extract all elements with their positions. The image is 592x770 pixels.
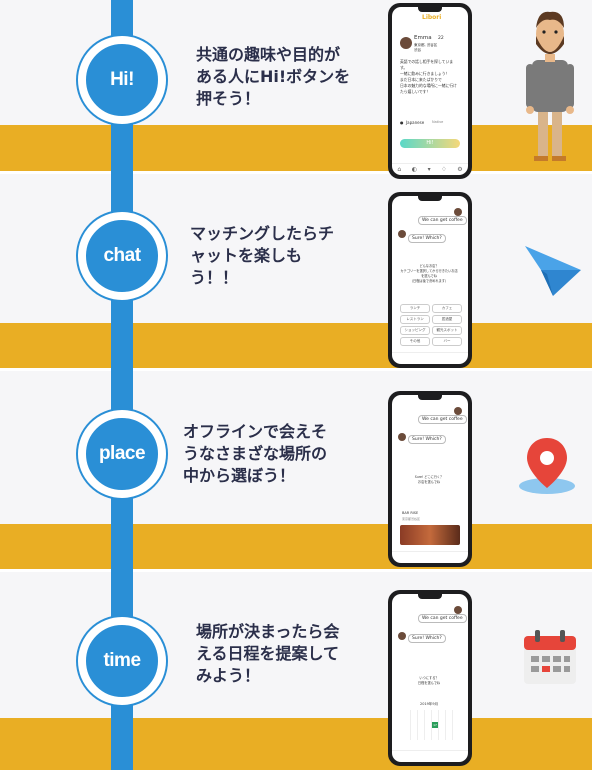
- calendar-selected-day[interactable]: 17: [432, 722, 438, 728]
- category-chip[interactable]: その他: [400, 337, 430, 346]
- place-tab-icon[interactable]: ▾: [428, 166, 431, 173]
- time-prompt: いつにする？ 日程を選んでね: [417, 676, 441, 685]
- map-pin-icon: [519, 438, 575, 494]
- home-icon[interactable]: ⌂: [397, 166, 401, 173]
- step-description-place: オフラインで会えそ うなさまざな場所の 中から選ぼう！: [183, 422, 328, 485]
- phone-notch: [418, 7, 442, 12]
- category-chip[interactable]: ショッピング: [400, 326, 430, 335]
- notification-icon[interactable]: ♢: [441, 166, 446, 173]
- message-incoming: Sure! Which?: [408, 634, 446, 643]
- chat-input-bar[interactable]: [392, 750, 468, 762]
- avatar: [398, 433, 406, 441]
- message-incoming: Sure! Which?: [408, 234, 446, 243]
- chat-input-bar[interactable]: [392, 352, 468, 364]
- avatar: [454, 208, 462, 216]
- step-node-place: place: [78, 410, 166, 498]
- chat-input-bar[interactable]: [392, 551, 468, 563]
- category-prompt: どんなお店？ カテゴリーを選択してから行きたいお店を選んでね （日程は後で決めれ…: [400, 264, 458, 283]
- step-description-chat: マッチングしたらチ ャットを楽しも う！！: [190, 224, 335, 287]
- user-sublocation: 渋谷: [414, 48, 421, 52]
- category-chip[interactable]: ランチ: [400, 304, 430, 313]
- language-primary: Japanese: [406, 120, 425, 125]
- shop-name: BAR RISE: [402, 511, 419, 515]
- place-prompt: Sure! どこに行く？ お店を選んでね: [414, 475, 444, 484]
- message-outgoing: We can get coffee: [418, 216, 467, 225]
- phone-chat-screen: We can get coffee Sure! Which? どんなお店？ カテ…: [388, 192, 472, 368]
- chat-icon: ●: [400, 120, 404, 125]
- category-chip[interactable]: カフェ: [432, 304, 462, 313]
- step-description-hi: 共通の趣味や目的が ある人にHi!ボタンを 押そう！: [196, 45, 351, 108]
- message-outgoing: We can get coffee: [418, 614, 467, 623]
- phone-notch: [418, 395, 442, 400]
- step-node-hi: Hi!: [78, 36, 166, 124]
- avatar: [400, 37, 412, 49]
- yellow-band-3: [0, 524, 592, 569]
- divider-2: [0, 368, 592, 371]
- category-chip[interactable]: バー: [432, 337, 462, 346]
- yellow-band-4: [0, 718, 592, 770]
- calendar-grid[interactable]: [404, 710, 456, 740]
- app-title: Libori: [422, 14, 442, 21]
- step-description-time: 場所が決まったら会 える日程を提案して みよう！: [196, 622, 340, 685]
- shop-info: 東京都渋谷区: [402, 517, 421, 521]
- phone-profile-screen: Libori Emma 22 東京都, 渋谷区 渋谷 英語での話し相手を探してい…: [388, 3, 472, 179]
- step-node-time: time: [78, 617, 166, 705]
- paper-plane-icon: [525, 246, 581, 296]
- avatar: [398, 632, 406, 640]
- category-chip[interactable]: 観光スポット: [432, 326, 462, 335]
- step-node-label: time: [103, 650, 141, 671]
- step-node-label: chat: [103, 245, 141, 266]
- phone-time-screen: We can get coffee Sure! Which? いつにする？ 日程…: [388, 590, 472, 766]
- category-chip[interactable]: レストラン: [400, 315, 430, 324]
- step-node-label: Hi!: [110, 69, 134, 90]
- tab-bar: ⌂ ◐ ▾ ♢ ⚙: [392, 163, 468, 175]
- message-outgoing: We can get coffee: [418, 415, 467, 424]
- avatar: [454, 407, 462, 415]
- phone-place-screen: We can get coffee Sure! Which? Sure! どこに…: [388, 391, 472, 567]
- user-bio: 英語での話し相手を探しています。 一緒に飲みに行きましょう！ まだ日本に来たばか…: [400, 59, 457, 94]
- man-illustration: [526, 11, 574, 161]
- calendar-month: 2019年9月: [420, 702, 439, 706]
- divider-3: [0, 569, 592, 572]
- step-node-label: place: [98, 443, 146, 464]
- avatar: [454, 606, 462, 614]
- shop-photo[interactable]: [400, 525, 460, 545]
- settings-icon[interactable]: ⚙: [457, 166, 462, 173]
- category-chip[interactable]: 居酒屋: [432, 315, 462, 324]
- step-node-chat: chat: [78, 212, 166, 300]
- yellow-band-2: [0, 323, 592, 368]
- yellow-band-1: [0, 125, 592, 171]
- avatar: [398, 230, 406, 238]
- user-age: 22: [438, 36, 444, 41]
- phone-notch: [418, 196, 442, 201]
- divider-1: [0, 171, 592, 174]
- message-incoming: Sure! Which?: [408, 435, 446, 444]
- chat-tab-icon[interactable]: ◐: [412, 166, 417, 173]
- phone-notch: [418, 594, 442, 599]
- user-name: Emma: [414, 35, 432, 41]
- calendar-icon: [524, 630, 576, 684]
- hi-button[interactable]: Hi!: [400, 139, 460, 148]
- language-level: Native: [432, 120, 444, 124]
